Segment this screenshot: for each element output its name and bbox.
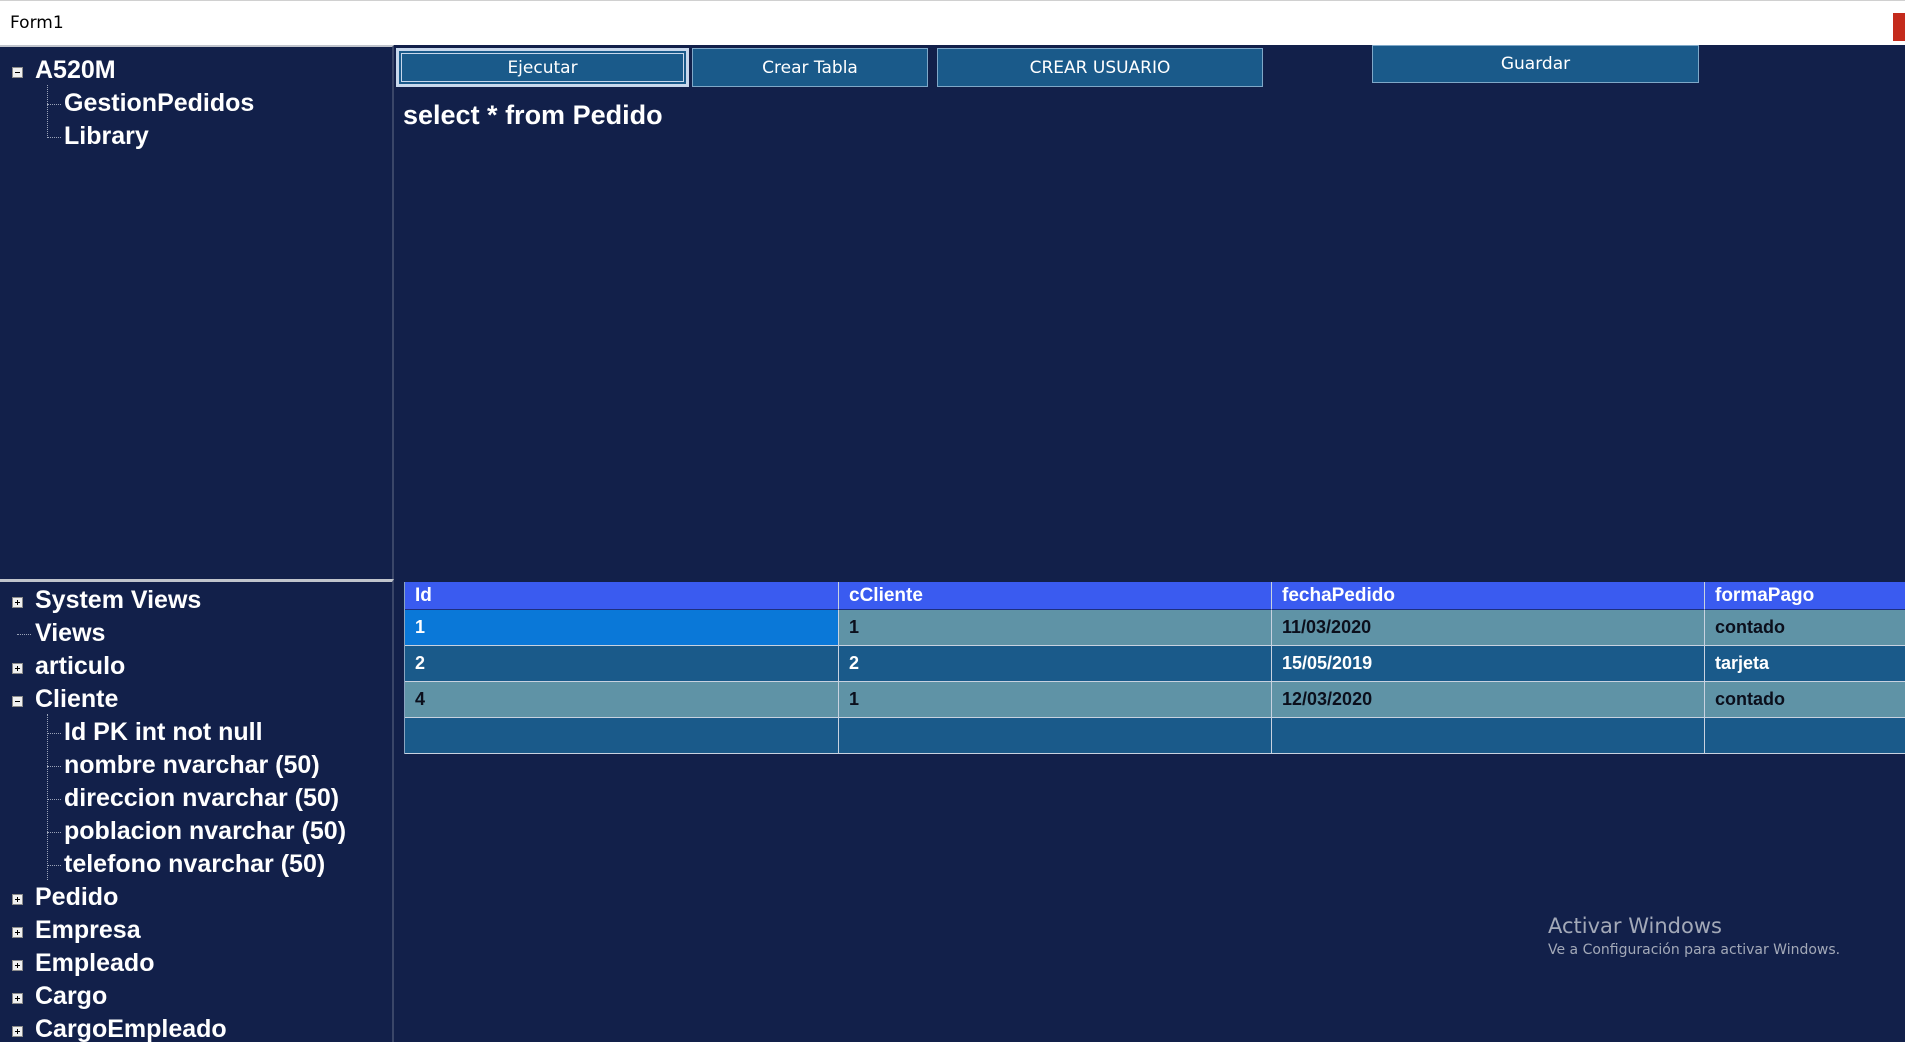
grid-cell[interactable]: 15/05/2019: [1272, 646, 1705, 682]
column-header-ccliente[interactable]: cCliente: [839, 582, 1272, 610]
tree-node-column[interactable]: Id PK int not null: [64, 717, 263, 747]
grid-cell[interactable]: 12/03/2020: [1272, 682, 1705, 718]
close-button[interactable]: [1893, 13, 1905, 41]
tree-line: [47, 799, 61, 800]
collapse-toggle-icon[interactable]: [12, 67, 23, 78]
tree-node-system-views[interactable]: System Views: [35, 585, 201, 615]
grid-cell[interactable]: [405, 718, 839, 754]
tree-node-table-articulo[interactable]: articulo: [35, 651, 125, 681]
tree-line: [47, 832, 61, 833]
ejecutar-button[interactable]: Ejecutar: [396, 48, 689, 87]
grid-cell[interactable]: contado: [1705, 682, 1905, 718]
tree-node-table-pedido[interactable]: Pedido: [35, 882, 118, 912]
grid-cell[interactable]: 2: [839, 646, 1272, 682]
tree-node-table-empresa[interactable]: Empresa: [35, 915, 141, 945]
guardar-button[interactable]: Guardar: [1372, 45, 1699, 83]
grid-cell[interactable]: [1705, 718, 1905, 754]
tree-node-table-cargo-empleado[interactable]: CargoEmpleado: [35, 1014, 227, 1042]
tree-line: [47, 733, 61, 734]
tree-node-database[interactable]: GestionPedidos: [64, 88, 254, 118]
activation-watermark-title: Activar Windows: [1548, 914, 1722, 938]
crear-tabla-button[interactable]: Crear Tabla: [692, 48, 928, 87]
table-row[interactable]: 4 1 12/03/2020 contado: [405, 682, 1905, 718]
tree-node-column[interactable]: direccion nvarchar (50): [64, 783, 339, 813]
grid-cell[interactable]: tarjeta: [1705, 646, 1905, 682]
expand-toggle-icon[interactable]: [12, 1026, 23, 1037]
grid-cell[interactable]: 2: [405, 646, 839, 682]
new-row[interactable]: [405, 718, 1905, 754]
title-bar: Form1: [0, 0, 1905, 45]
grid-cell[interactable]: [839, 718, 1272, 754]
grid-cell[interactable]: 1: [839, 610, 1272, 646]
collapse-toggle-icon[interactable]: [12, 696, 23, 707]
tree-line: [47, 85, 48, 138]
tree-node-server[interactable]: A520M: [35, 55, 116, 85]
query-editor[interactable]: select * from Pedido: [403, 100, 663, 131]
grid-cell[interactable]: 1: [405, 610, 839, 646]
tree-line: [47, 865, 61, 866]
activation-watermark-subtitle: Ve a Configuración para activar Windows.: [1548, 942, 1841, 958]
grid-cell[interactable]: contado: [1705, 610, 1905, 646]
database-tree[interactable]: A520M GestionPedidos Library: [0, 45, 394, 579]
tree-node-table-cargo[interactable]: Cargo: [35, 981, 107, 1011]
grid-cell[interactable]: 11/03/2020: [1272, 610, 1705, 646]
tree-node-column[interactable]: poblacion nvarchar (50): [64, 816, 346, 846]
column-header-formapago[interactable]: formaPago: [1705, 582, 1905, 610]
expand-toggle-icon[interactable]: [12, 597, 23, 608]
table-row[interactable]: 2 2 15/05/2019 tarjeta: [405, 646, 1905, 682]
expand-toggle-icon[interactable]: [12, 894, 23, 905]
table-row[interactable]: 1 1 11/03/2020 contado: [405, 610, 1905, 646]
expand-toggle-icon[interactable]: [12, 663, 23, 674]
column-header-id[interactable]: Id: [405, 582, 839, 610]
results-grid[interactable]: Id cCliente fechaPedido formaPago 1 1 11…: [404, 582, 1905, 754]
window-title: Form1: [10, 13, 64, 33]
expand-toggle-icon[interactable]: [12, 927, 23, 938]
tree-node-column[interactable]: nombre nvarchar (50): [64, 750, 320, 780]
tree-line: [47, 766, 61, 767]
tree-node-table-empleado[interactable]: Empleado: [35, 948, 154, 978]
table-tree[interactable]: System Views Views articulo Cliente Id P…: [0, 579, 394, 1042]
tree-line: [47, 137, 61, 138]
tree-node-views[interactable]: Views: [35, 618, 105, 648]
expand-toggle-icon[interactable]: [12, 960, 23, 971]
expand-toggle-icon[interactable]: [12, 993, 23, 1004]
tree-node-database[interactable]: Library: [64, 121, 149, 151]
tree-line: [47, 714, 48, 880]
grid-cell[interactable]: [1272, 718, 1705, 754]
crear-usuario-button[interactable]: CREAR USUARIO: [937, 48, 1263, 87]
column-header-fechapedido[interactable]: fechaPedido: [1272, 582, 1705, 610]
tree-line: [47, 104, 61, 105]
tree-node-table-cliente[interactable]: Cliente: [35, 684, 118, 714]
grid-cell[interactable]: 1: [839, 682, 1272, 718]
grid-cell[interactable]: 4: [405, 682, 839, 718]
grid-header-row: Id cCliente fechaPedido formaPago: [405, 582, 1905, 610]
tree-node-column[interactable]: telefono nvarchar (50): [64, 849, 325, 879]
tree-line: [17, 634, 31, 635]
